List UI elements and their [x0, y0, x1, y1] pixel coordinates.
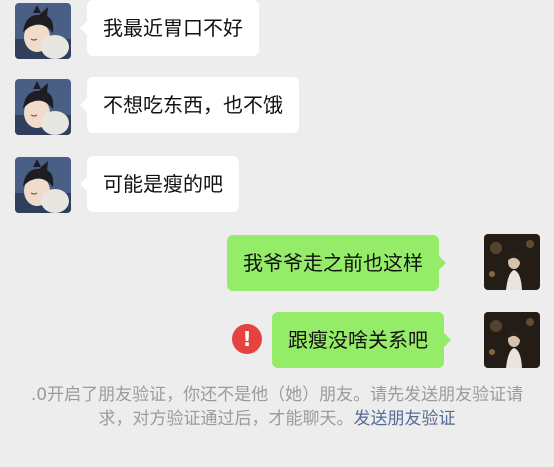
friend-verification-notice: .0开启了朋友验证，你还不是他（她）朋友。请先发送朋友验证请求，对方验证通过后，…: [30, 383, 524, 431]
message-text: 跟瘦没啥关系吧: [288, 328, 428, 352]
message-bubble-incoming[interactable]: 可能是瘦的吧: [80, 156, 239, 212]
contact-avatar[interactable]: [15, 157, 71, 213]
chat-area: 我最近胃口不好 不想吃东西，也不饿 可能是瘦的吧 我爷爷走之前也这样 ! 跟瘦没…: [0, 0, 554, 467]
send-failed-icon[interactable]: !: [232, 324, 262, 354]
send-friend-request-link[interactable]: 发送朋友验证: [354, 409, 456, 429]
message-bubble-outgoing-failed[interactable]: 跟瘦没啥关系吧: [272, 312, 451, 368]
message-text: 可能是瘦的吧: [103, 172, 223, 196]
contact-avatar[interactable]: [15, 79, 71, 135]
message-text: 不想吃东西，也不饿: [103, 93, 283, 117]
error-glyph: !: [242, 327, 252, 351]
self-avatar[interactable]: [484, 234, 540, 290]
message-bubble-incoming[interactable]: 不想吃东西，也不饿: [80, 77, 299, 133]
message-text: 我最近胃口不好: [103, 16, 243, 40]
contact-avatar[interactable]: [15, 3, 71, 59]
message-bubble-incoming[interactable]: 我最近胃口不好: [80, 0, 259, 56]
message-text: 我爷爷走之前也这样: [243, 251, 423, 275]
self-avatar[interactable]: [484, 312, 540, 368]
message-bubble-outgoing[interactable]: 我爷爷走之前也这样: [227, 235, 446, 291]
